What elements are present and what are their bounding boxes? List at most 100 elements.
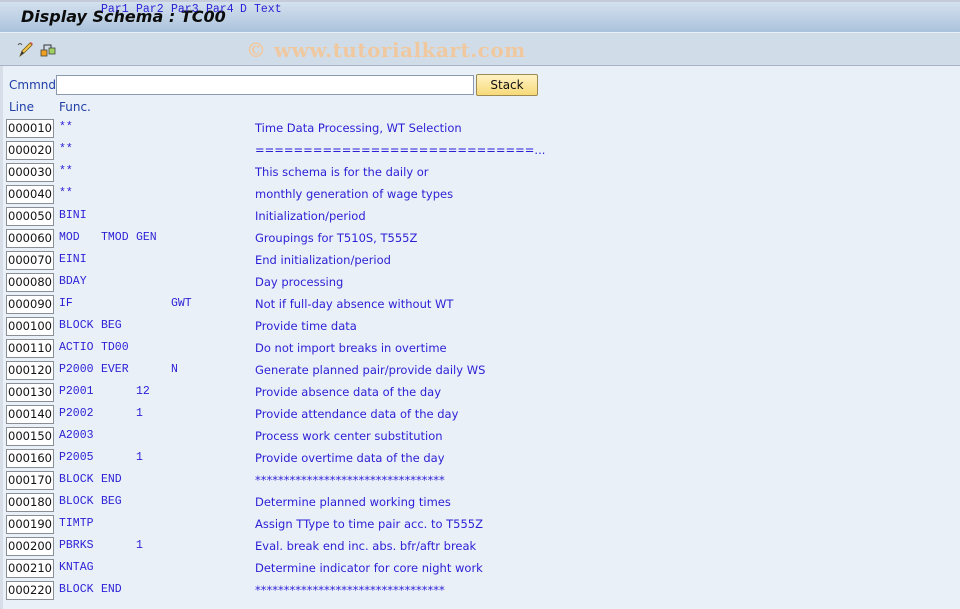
func-cell: ** — [59, 143, 73, 156]
table-row: 000150 A2003 Process work center substitut… — [0, 426, 960, 448]
command-input[interactable] — [56, 75, 474, 95]
func-cell: P2002 — [59, 407, 94, 420]
text-cell: Determine indicator for core night work — [255, 561, 483, 575]
par1-cell: TD00 — [101, 341, 129, 354]
text-cell: This schema is for the daily or — [255, 165, 429, 179]
text-cell: Groupings for T510S, T555Z — [255, 231, 418, 245]
hierarchy-icon[interactable] — [39, 40, 57, 58]
func-cell: BLOCK — [59, 583, 94, 596]
func-cell: EINI — [59, 253, 87, 266]
column-header-d: D — [240, 3, 247, 16]
par1-cell: EVER — [101, 363, 129, 376]
text-cell: Determine planned working times — [255, 495, 451, 509]
func-cell: MOD — [59, 231, 80, 244]
func-cell: BINI — [59, 209, 87, 222]
line-number-field[interactable]: 000090 — [6, 295, 54, 314]
line-number-field[interactable]: 000180 — [6, 493, 54, 512]
table-row: 000180 BLOCK BEG Determine planned working … — [0, 492, 960, 514]
text-cell: Do not import breaks in overtime — [255, 341, 447, 355]
par2-cell: 1 — [136, 539, 143, 552]
text-cell: monthly generation of wage types — [255, 187, 454, 201]
line-number-field[interactable]: 000050 — [6, 207, 54, 226]
table-row: 000190 TIMTP Assign TType to time pair acc… — [0, 514, 960, 536]
text-cell: Provide overtime data of the day — [255, 451, 445, 465]
func-cell: BDAY — [59, 275, 87, 288]
table-row: 000160 P2005 1 Provide overtime data of the… — [0, 448, 960, 470]
column-header-par1: Par1 — [101, 3, 129, 16]
line-number-field[interactable]: 000160 — [6, 449, 54, 468]
text-cell: Eval. break end inc. abs. bfr/aftr break — [255, 539, 477, 553]
par1-cell: END — [101, 583, 122, 596]
text-cell: ********************************* — [255, 473, 445, 487]
line-number-field[interactable]: 000080 — [6, 273, 54, 292]
text-cell: Provide attendance data of the day — [255, 407, 459, 421]
line-number-field[interactable]: 000150 — [6, 427, 54, 446]
func-cell: A2003 — [59, 429, 94, 442]
table-row: 000120 P2000 EVER N Generate planned pair/pr… — [0, 360, 960, 382]
par2-cell: GEN — [136, 231, 157, 244]
func-cell: TIMTP — [59, 517, 94, 530]
application-toolbar: © www.tutorialkart.com — [0, 33, 960, 66]
line-number-field[interactable]: 000070 — [6, 251, 54, 270]
table-row: 000070 EINI End initialization/period — [0, 250, 960, 272]
func-cell: IF — [59, 297, 73, 310]
line-number-field[interactable]: 000100 — [6, 317, 54, 336]
func-cell: ** — [59, 187, 73, 200]
func-cell: PBRKS — [59, 539, 94, 552]
line-number-field[interactable]: 000170 — [6, 471, 54, 490]
table-row: 000210 KNTAG Determine indicator for core … — [0, 558, 960, 580]
line-number-field[interactable]: 000190 — [6, 515, 54, 534]
func-cell: BLOCK — [59, 473, 94, 486]
table-row: 000030 ** This schema is for the daily or — [0, 162, 960, 184]
watermark: © www.tutorialkart.com — [246, 38, 526, 62]
table-row: 000090 IF GWT Not if full-day absence witho… — [0, 294, 960, 316]
line-number-field[interactable]: 000060 — [6, 229, 54, 248]
table-row: 000010 ** Time Data Processing, WT Selecti… — [0, 118, 960, 140]
text-cell: ********************************* — [255, 583, 445, 597]
line-number-field[interactable]: 000030 — [6, 163, 54, 182]
line-number-field[interactable]: 000040 — [6, 185, 54, 204]
par3-cell: N — [171, 363, 178, 376]
table-row: 000200 PBRKS 1 Eval. break end inc. abs. bf… — [0, 536, 960, 558]
table-row: 000110 ACTIO TD00 Do not import breaks in o… — [0, 338, 960, 360]
line-number-field[interactable]: 000140 — [6, 405, 54, 424]
display-change-icon[interactable] — [16, 40, 34, 58]
par1-cell: BEG — [101, 319, 122, 332]
func-cell: BLOCK — [59, 319, 94, 332]
text-cell: Initialization/period — [255, 209, 366, 223]
func-cell: ** — [59, 165, 73, 178]
line-number-field[interactable]: 000220 — [6, 581, 54, 600]
text-cell: Generate planned pair/provide daily WS — [255, 363, 486, 377]
line-number-field[interactable]: 000210 — [6, 559, 54, 578]
func-cell: BLOCK — [59, 495, 94, 508]
table-row: 000140 P2002 1 Provide attendance data of t… — [0, 404, 960, 426]
line-number-field[interactable]: 000200 — [6, 537, 54, 556]
func-cell: ** — [59, 121, 73, 134]
stack-button[interactable]: Stack — [476, 74, 538, 96]
text-cell: Day processing — [255, 275, 344, 289]
func-cell: P2001 — [59, 385, 94, 398]
line-number-field[interactable]: 000120 — [6, 361, 54, 380]
table-row: 000060 MOD TMOD GEN Groupings for T510S, T55… — [0, 228, 960, 250]
text-cell: End initialization/period — [255, 253, 391, 267]
text-cell: =============================... — [255, 143, 546, 157]
column-header-par4: Par4 — [206, 3, 234, 16]
func-cell: ACTIO — [59, 341, 94, 354]
func-cell: P2005 — [59, 451, 94, 464]
table-row: 000020 ** =============================... — [0, 140, 960, 162]
table-row: 000100 BLOCK BEG Provide time data — [0, 316, 960, 338]
par2-cell: 1 — [136, 451, 143, 464]
line-number-field[interactable]: 000020 — [6, 141, 54, 160]
table-row: 000080 BDAY Day processing — [0, 272, 960, 294]
line-number-field[interactable]: 000010 — [6, 119, 54, 138]
table-row: 000040 ** monthly generation of wage types — [0, 184, 960, 206]
column-header-text: Text — [254, 3, 282, 16]
column-header-line: Line — [9, 100, 35, 114]
column-header-par2: Par2 — [136, 3, 164, 16]
text-cell: Time Data Processing, WT Selection — [255, 121, 462, 135]
par1-cell: BEG — [101, 495, 122, 508]
text-cell: Provide time data — [255, 319, 357, 333]
line-number-field[interactable]: 000130 — [6, 383, 54, 402]
line-number-field[interactable]: 000110 — [6, 339, 54, 358]
table-row: 000130 P2001 12 Provide absence data of the… — [0, 382, 960, 404]
